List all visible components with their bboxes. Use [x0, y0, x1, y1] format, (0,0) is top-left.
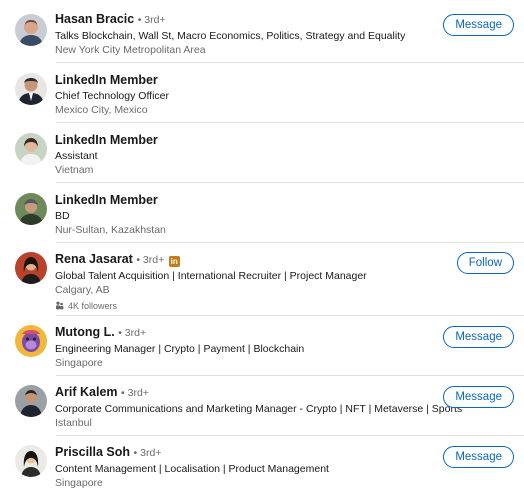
person-name[interactable]: Arif Kalem [55, 385, 118, 399]
person-avatar-icon[interactable] [15, 133, 47, 165]
person-info: LinkedIn Member Assistant Vietnam [55, 133, 514, 177]
list-item: Priscilla Soh • 3rd+ Content Management … [0, 436, 524, 490]
message-button[interactable]: Message [443, 386, 514, 408]
follow-button[interactable]: Follow [456, 252, 514, 274]
person-location: New York City Metropolitan Area [55, 44, 206, 56]
connection-degree: • 3rd+ [137, 14, 166, 26]
list-item: LinkedIn Member Assistant Vietnam [0, 123, 524, 183]
person-location: Nur-Sultan, Kazakhstan [55, 224, 166, 236]
list-item: Hasan Bracic • 3rd+ Talks Blockchain, Wa… [0, 0, 524, 60]
person-name[interactable]: Rena Jasarat [55, 252, 133, 266]
ape-avatar-icon[interactable] [15, 325, 47, 357]
list-item: Rena Jasarat • 3rd+ in Global Talent Acq… [0, 243, 524, 314]
person-name[interactable]: Mutong L. [55, 325, 115, 339]
person-name[interactable]: Hasan Bracic [55, 12, 134, 26]
person-avatar-icon[interactable] [15, 73, 47, 105]
person-info: Rena Jasarat • 3rd+ in Global Talent Acq… [55, 252, 514, 313]
list-item: Mutong L. • 3rd+ Engineering Manager | C… [0, 316, 524, 375]
connection-degree: • 3rd+ [118, 327, 147, 339]
linkedin-premium-icon: in [168, 256, 180, 267]
person-name: LinkedIn Member [55, 193, 158, 207]
person-location: Mexico City, Mexico [55, 104, 148, 116]
person-location: Vietnam [55, 164, 94, 176]
people-icon [56, 301, 64, 310]
message-button[interactable]: Message [443, 446, 514, 468]
message-button[interactable]: Message [443, 14, 514, 36]
message-button[interactable]: Message [443, 326, 514, 348]
people-list: Hasan Bracic • 3rd+ Talks Blockchain, Wa… [0, 0, 524, 490]
person-avatar-icon[interactable] [15, 252, 47, 284]
list-item: Arif Kalem • 3rd+ Corporate Communicatio… [0, 376, 524, 435]
person-location: Singapore [55, 357, 103, 369]
list-item: LinkedIn Member Chief Technology Officer… [0, 63, 524, 123]
connection-degree: • 3rd+ [121, 387, 149, 399]
person-headline: Chief Technology Officer [55, 90, 170, 102]
person-name: LinkedIn Member [55, 73, 158, 87]
connection-degree: • 3rd+ [133, 447, 162, 459]
person-info: LinkedIn Member Chief Technology Officer… [55, 73, 514, 117]
person-headline: Assistant [55, 150, 98, 162]
person-avatar-icon[interactable] [15, 385, 47, 417]
person-name[interactable]: Priscilla Soh [55, 445, 130, 459]
person-avatar-icon[interactable] [15, 445, 47, 477]
person-location: Calgary, AB [55, 284, 110, 296]
person-headline: Global Talent Acquisition | Internationa… [55, 270, 367, 282]
connection-degree: • 3rd+ [136, 254, 165, 266]
person-info: LinkedIn Member BD Nur-Sultan, Kazakhsta… [55, 193, 514, 237]
list-item: LinkedIn Member BD Nur-Sultan, Kazakhsta… [0, 183, 524, 243]
followers-label: 4K followers [68, 301, 118, 311]
person-name: LinkedIn Member [55, 133, 158, 147]
followers-count: 4K followers [55, 299, 514, 313]
person-avatar-icon[interactable] [15, 14, 47, 46]
person-location: Istanbul [55, 417, 92, 429]
person-location: Singapore [55, 477, 103, 489]
person-avatar-icon[interactable] [15, 193, 47, 225]
person-headline: BD [55, 210, 70, 222]
